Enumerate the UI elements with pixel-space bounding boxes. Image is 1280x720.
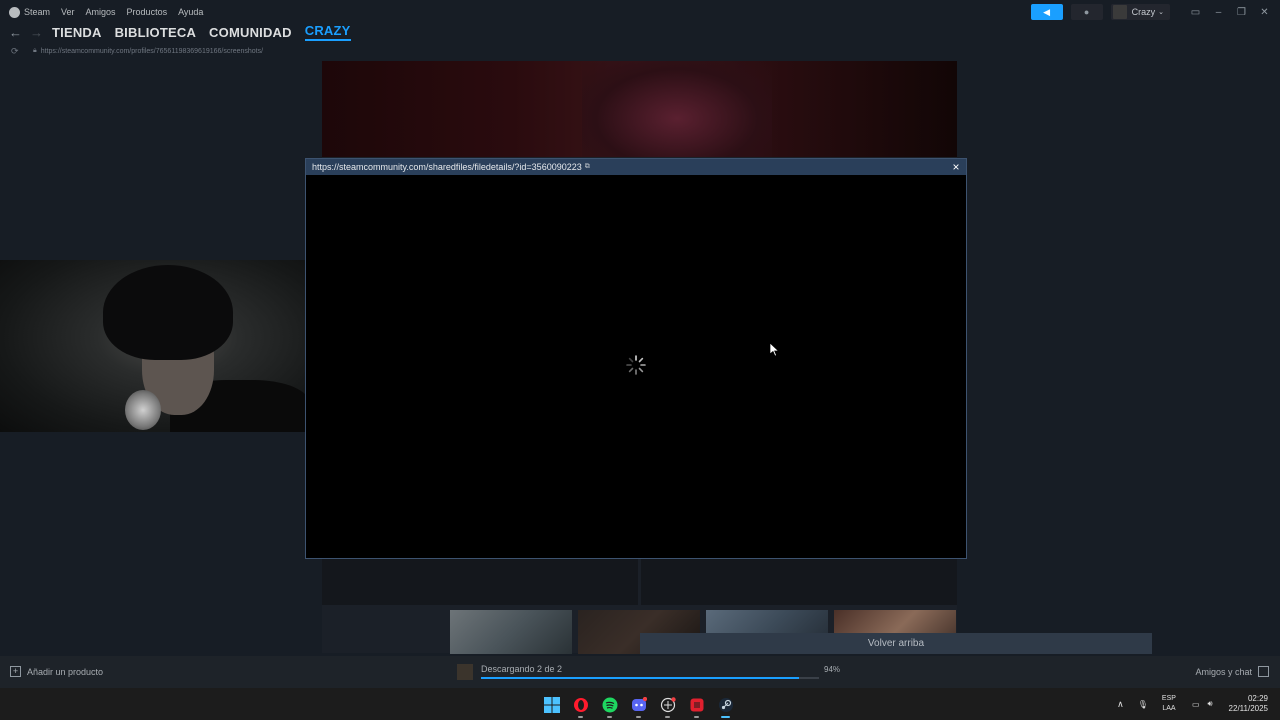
menu-productos[interactable]: Productos [127,7,168,17]
taskbar-opera[interactable] [570,694,591,718]
minimize-button[interactable]: – [1207,7,1230,18]
add-product-label: Añadir un producto [27,666,104,677]
bell-icon: ● [1083,7,1090,17]
clock[interactable]: 02:29 22/11/2025 [1229,694,1268,714]
announcements-button[interactable]: ◀ [1030,4,1063,20]
screenshot-hero-image[interactable] [322,61,957,157]
screenshot-thumbnail[interactable] [450,610,572,654]
loading-spinner-icon [626,355,646,375]
start-button[interactable] [541,694,562,715]
running-indicator [721,716,730,718]
system-tray: ∧ 🎙︎ ESP LAA ▭ 🔊︎ 02:29 22/11/2025 [1117,688,1280,720]
webcam-overlay [0,260,305,432]
tab-crazy[interactable]: CRAZY [304,23,351,41]
screenshot-tile[interactable] [322,559,638,605]
big-picture-button[interactable]: ▭ [1184,7,1207,18]
tab-biblioteca[interactable]: BIBLIOTECA [115,25,196,40]
tab-comunidad[interactable]: COMUNIDAD [209,25,292,40]
reload-icon[interactable]: ⟳ [11,46,21,57]
app-icon [660,696,676,712]
keyboard-layout: LAA [1162,705,1176,712]
running-indicator [665,716,670,718]
download-progress-fill [481,677,799,679]
lock-icon: 🔒︎ [33,47,37,54]
plus-icon: + [10,666,21,677]
chevron-up-icon[interactable]: ∧ [1117,699,1124,710]
download-progress-bar [481,677,819,679]
microphone-icon [125,390,161,430]
status-bar: + Añadir un producto Descargando 2 de 2 … [0,656,1280,688]
chevron-down-icon: ⌄ [1158,9,1164,16]
chat-icon [1258,666,1269,677]
taskbar-spotify[interactable] [599,694,620,718]
volume-icon[interactable]: 🔊︎ [1208,699,1213,709]
screenshot-thumbnail[interactable] [322,610,444,654]
minimize-icon: – [1215,6,1222,18]
menu-ayuda[interactable]: Ayuda [178,7,203,17]
menu-steam[interactable]: Steam [24,7,50,17]
steam-logo-icon [9,6,20,18]
spotify-icon [602,697,617,712]
windows-taskbar: ∧ 🎙︎ ESP LAA ▭ 🔊︎ 02:29 22/11/2025 [0,688,1280,720]
close-window-button[interactable]: ✕ [1253,7,1276,18]
clock-date: 22/11/2025 [1228,704,1268,713]
forward-arrow-icon[interactable]: → [26,25,47,40]
running-indicator [578,716,583,718]
url-text[interactable]: https://steamcommunity.com/profiles/7656… [41,48,263,55]
download-percent: 94% [824,665,841,674]
restore-icon: ❐ [1237,6,1246,18]
webcam-hair [103,265,233,360]
taskbar-app-red[interactable] [686,694,707,718]
back-to-top-button[interactable]: Volver arriba [640,633,1152,654]
close-icon: ✕ [1260,6,1269,18]
modal-header: https://steamcommunity.com/sharedfiles/f… [306,159,966,175]
game-icon [457,664,473,680]
mouse-cursor-icon [770,343,779,357]
download-status[interactable]: Descargando 2 de 2 94% [457,662,847,682]
running-indicator [607,716,612,718]
download-status-text: Descargando 2 de 2 [481,664,563,674]
discord-icon [631,696,647,711]
taskbar-apps [541,694,744,718]
screenshot-tile[interactable] [641,559,957,605]
steam-client-window: Steam Ver Amigos Productos Ayuda ◀ ● Cra… [0,0,1280,720]
menu-amigos[interactable]: Amigos [86,7,116,17]
microphone-tray-icon[interactable]: 🎙︎ [1138,700,1148,709]
language-indicator[interactable]: ESP LAA [1162,694,1176,714]
notifications-button[interactable]: ● [1070,4,1103,20]
screenshot-modal: https://steamcommunity.com/sharedfiles/f… [305,158,967,559]
hero-glow [582,61,772,157]
red-app-icon [690,698,703,711]
user-name: Crazy [1131,7,1156,17]
main-nav: ← → TIENDA BIBLIOTECA COMUNIDAD CRAZY [0,22,351,42]
modal-url-link[interactable]: https://steamcommunity.com/sharedfiles/f… [312,162,582,172]
menu-bar: Steam Ver Amigos Productos Ayuda ◀ ● Cra… [0,0,1280,24]
steam-icon [718,697,733,712]
add-product-button[interactable]: + Añadir un producto [10,666,103,677]
avatar [1112,5,1127,19]
restore-button[interactable]: ❐ [1230,7,1253,18]
opera-icon [573,697,588,712]
taskbar-steam[interactable] [715,694,736,718]
external-link-icon[interactable]: ⧉ [585,163,590,171]
clock-time: 02:29 [1247,694,1268,703]
taskbar-discord[interactable] [628,694,649,718]
titlebar-controls: ◀ ● Crazy ⌄ ▭ – ❐ ✕ [1030,4,1280,20]
running-indicator [636,716,641,718]
network-icon[interactable]: ▭ [1192,700,1200,709]
language-code: ESP [1161,695,1176,702]
back-arrow-icon[interactable]: ← [5,25,26,40]
tab-tienda[interactable]: TIENDA [52,25,102,40]
menu-ver[interactable]: Ver [61,7,75,17]
user-menu-button[interactable]: Crazy ⌄ [1110,4,1170,20]
taskbar-app[interactable] [657,694,678,718]
url-bar: ⟳ 🔒︎ https://steamcommunity.com/profiles… [0,44,263,58]
modal-close-button[interactable]: × [949,160,963,174]
friends-chat-button[interactable]: Amigos y chat [1195,666,1269,677]
windows-logo-icon [543,696,560,713]
megaphone-icon: ◀ [1043,6,1051,17]
running-indicator [694,716,699,718]
monitor-icon: ▭ [1190,6,1201,18]
friends-chat-label: Amigos y chat [1195,666,1252,677]
